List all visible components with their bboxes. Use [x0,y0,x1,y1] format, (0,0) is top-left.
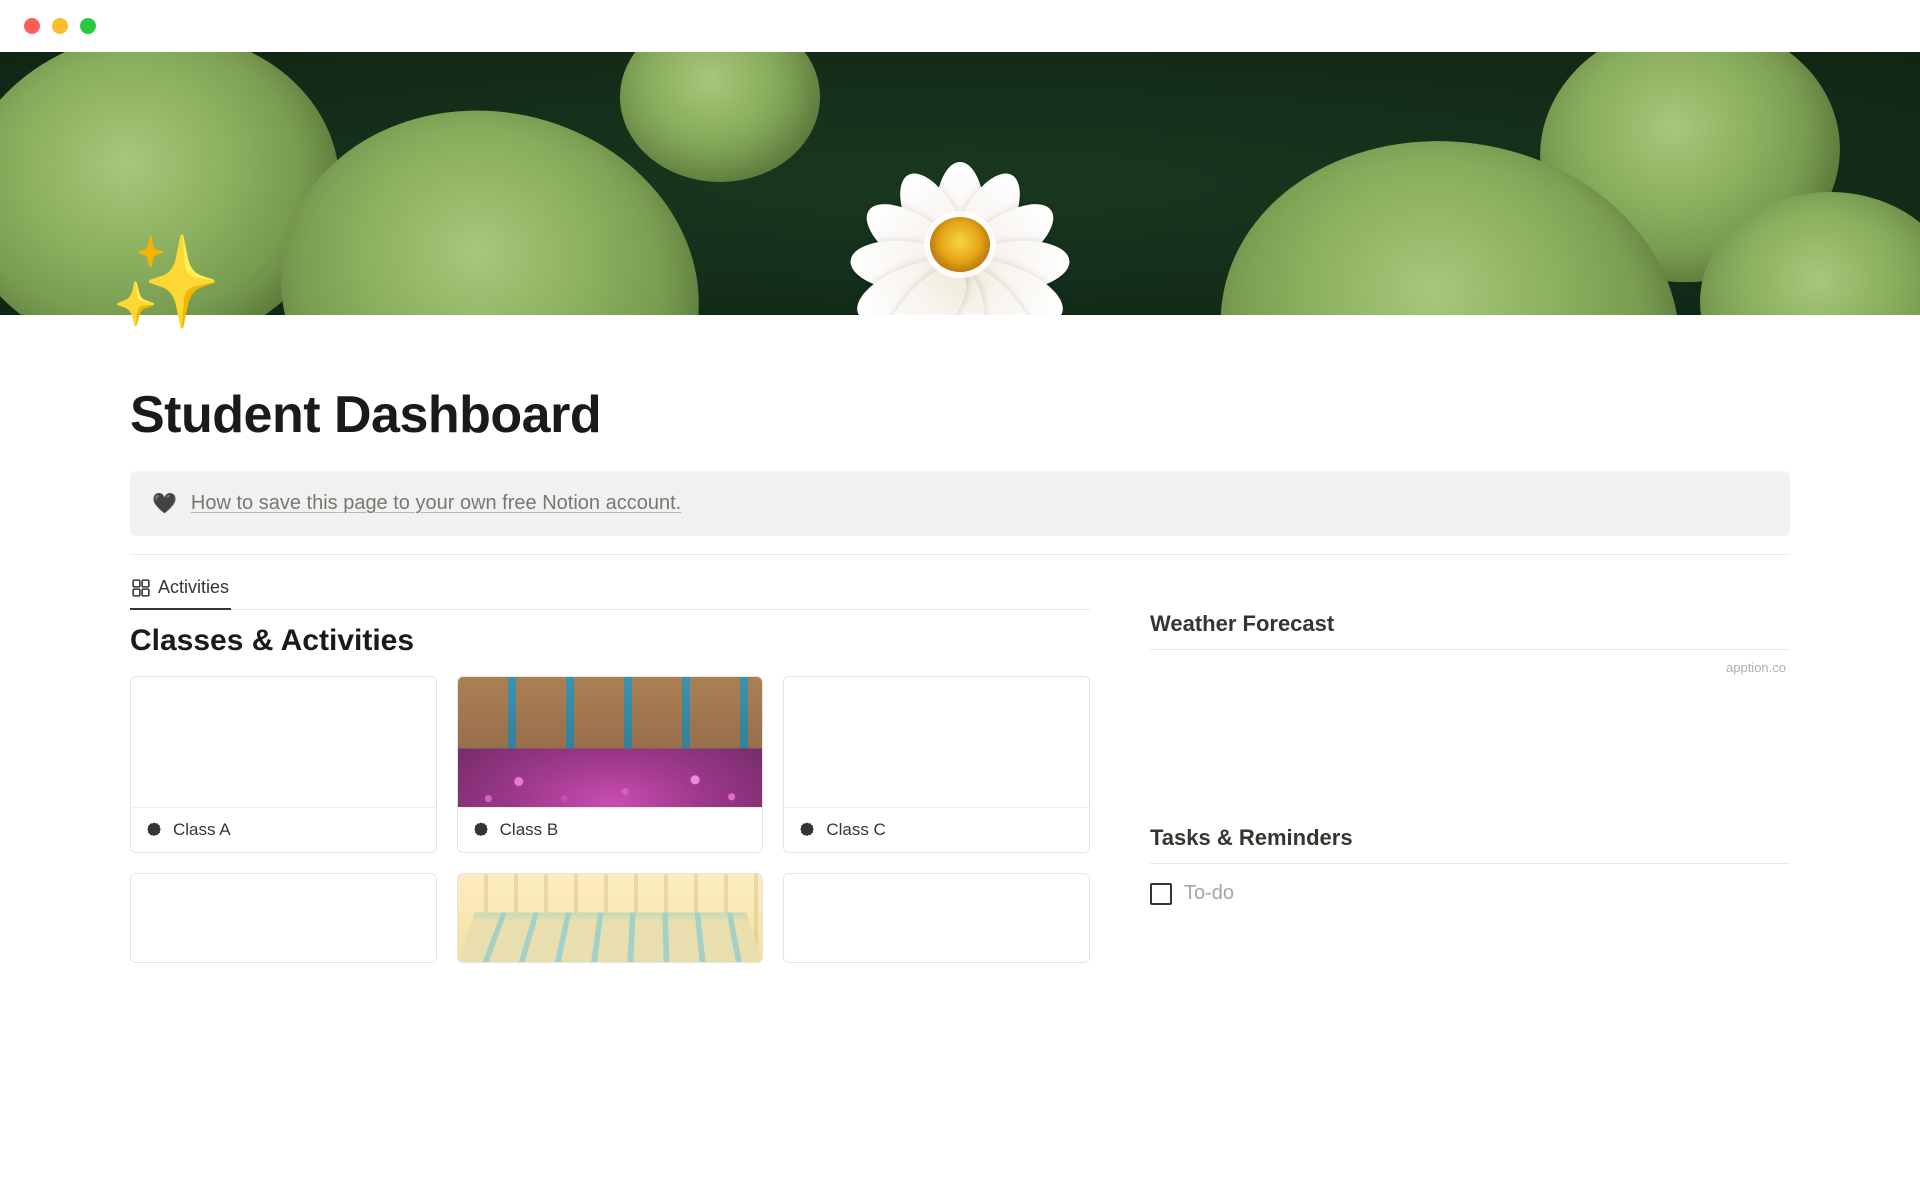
card-cover [131,677,436,807]
tasks-heading[interactable]: Tasks & Reminders [1150,825,1790,851]
todo-placeholder[interactable]: To-do [1184,882,1234,905]
card-label: Class A [173,820,231,840]
tasks-section: Tasks & Reminders To-do [1150,825,1790,905]
page-title[interactable]: Student Dashboard [130,385,1790,445]
database-tabs: Activities [130,569,1090,610]
card-class-a[interactable]: Class A [130,676,437,853]
lotus-flower [830,122,1090,315]
card-label: Class C [826,820,886,840]
card-cover [784,677,1089,807]
maximize-window-button[interactable] [80,18,96,34]
page-icon[interactable]: ✨ [110,238,222,328]
card-label: Class B [500,820,559,840]
todo-item[interactable]: To-do [1150,874,1790,905]
gallery-view-icon [132,579,150,597]
card-class-b[interactable]: Class B [457,676,764,853]
card-cover [784,874,1089,962]
weather-widget: Weather Forecast apption.co [1150,611,1790,675]
callout-link[interactable]: How to save this page to your own free N… [191,492,681,515]
divider [1150,649,1790,650]
divider [130,554,1790,555]
window-titlebar [0,0,1920,52]
divider [1150,863,1790,864]
tab-activities[interactable]: Activities [130,569,231,610]
card-cover [458,677,763,807]
card-item[interactable] [457,873,764,963]
checkbox[interactable] [1150,883,1172,905]
card-class-c[interactable]: Class C [783,676,1090,853]
card-cover [458,874,763,962]
card-item[interactable] [783,873,1090,963]
badge-icon [472,821,490,839]
close-window-button[interactable] [24,18,40,34]
card-cover [131,874,436,962]
classes-heading[interactable]: Classes & Activities [130,624,1090,658]
minimize-window-button[interactable] [52,18,68,34]
badge-icon [798,821,816,839]
heart-icon: 🖤 [152,491,177,516]
cover-image[interactable] [0,52,1920,315]
weather-heading[interactable]: Weather Forecast [1150,611,1790,637]
widget-credit[interactable]: apption.co [1150,660,1790,675]
badge-icon [145,821,163,839]
card-item[interactable] [130,873,437,963]
tab-label: Activities [158,577,229,598]
callout[interactable]: 🖤 How to save this page to your own free… [130,471,1790,536]
